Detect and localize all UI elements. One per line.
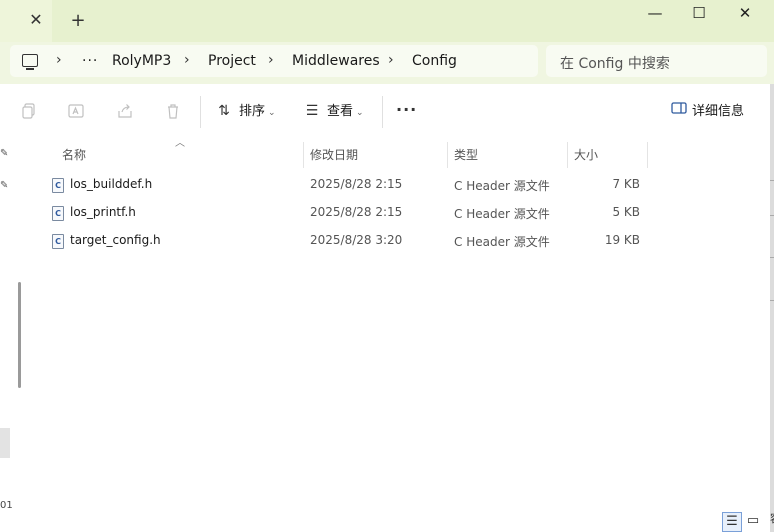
large-icons-view-icon[interactable]: ▭: [744, 512, 762, 530]
right-edge-mark: [770, 180, 774, 181]
delete-icon[interactable]: [164, 102, 182, 120]
navigation-item-label[interactable]: 01: [0, 500, 13, 511]
search-input[interactable]: 在 Config 中搜索: [546, 45, 767, 77]
pin-icon[interactable]: ✎: [0, 180, 10, 192]
details-pane-button[interactable]: 详细信息: [670, 100, 744, 122]
title-bar: ✕ + — ☐ ✕: [0, 0, 774, 42]
c-header-file-icon: C: [52, 206, 64, 221]
chevron-down-icon: ⌄: [268, 108, 276, 118]
file-name: target_config.h: [70, 233, 161, 247]
file-date: 2025/8/28 2:15: [310, 205, 403, 219]
column-divider[interactable]: [303, 142, 304, 168]
rename-icon[interactable]: [67, 102, 85, 120]
share-icon[interactable]: [116, 102, 134, 120]
file-size: 19 KB: [604, 233, 640, 247]
minimize-icon[interactable]: —: [632, 3, 678, 23]
c-header-file-icon: C: [52, 234, 64, 249]
file-list: ︿ 名称 修改日期 类型 大小 C los_builddef.h 2025/8/…: [28, 138, 770, 512]
file-row[interactable]: C target_config.h 2025/8/28 3:20 C Heade…: [44, 229, 684, 255]
file-type: C Header 源文件: [454, 207, 550, 221]
file-row[interactable]: C los_builddef.h 2025/8/28 2:15 C Header…: [44, 173, 684, 199]
breadcrumb-project[interactable]: Project: [208, 53, 256, 69]
active-tab[interactable]: ✕: [0, 0, 52, 42]
column-header-name[interactable]: 名称: [62, 146, 86, 163]
copy-icon[interactable]: [20, 102, 38, 120]
sort-ascending-icon: ︿: [175, 138, 185, 149]
address-bar[interactable]: › ··· RolyMP3 › Project › Middlewares › …: [10, 45, 538, 77]
search-placeholder: 在 Config 中搜索: [560, 56, 670, 72]
navigation-pane: ✎ ✎ 01: [0, 140, 28, 512]
sort-label: 排序: [239, 104, 266, 119]
column-header-date[interactable]: 修改日期: [310, 146, 358, 163]
file-name: los_builddef.h: [70, 177, 153, 191]
column-divider[interactable]: [647, 142, 648, 168]
chevron-right-icon[interactable]: ›: [388, 52, 394, 68]
view-icon: ☰: [305, 103, 319, 119]
close-icon[interactable]: ✕: [722, 3, 768, 23]
view-label: 查看: [327, 104, 354, 119]
command-bar: ⇅ 排序 ⌄ ☰ 查看 ⌄ ··· 详细信息: [0, 84, 770, 141]
new-tab-icon[interactable]: +: [68, 11, 88, 31]
column-divider[interactable]: [447, 142, 448, 168]
more-options-icon[interactable]: ···: [396, 100, 417, 119]
breadcrumb-rolymp3[interactable]: RolyMP3: [112, 53, 171, 69]
navigation-selected-item[interactable]: [0, 428, 10, 458]
file-date: 2025/8/28 2:15: [310, 177, 403, 191]
file-size: 5 KB: [612, 205, 640, 219]
file-name: los_printf.h: [70, 205, 136, 219]
file-row[interactable]: C los_printf.h 2025/8/28 2:15 C Header 源…: [44, 201, 684, 227]
maximize-icon[interactable]: ☐: [676, 3, 722, 23]
pin-icon[interactable]: ✎: [0, 148, 10, 160]
chevron-right-icon[interactable]: ›: [56, 52, 62, 68]
right-edge-strip: [770, 84, 774, 532]
sort-icon: ⇅: [218, 103, 230, 119]
toolbar-divider: [382, 96, 383, 128]
file-type: C Header 源文件: [454, 179, 550, 193]
file-size: 7 KB: [612, 177, 640, 191]
background-window-text: 容: [770, 510, 774, 526]
column-divider[interactable]: [567, 142, 568, 168]
sort-button[interactable]: ⇅ 排序 ⌄: [215, 100, 276, 122]
right-edge-mark: [770, 215, 774, 216]
column-header-size[interactable]: 大小: [574, 146, 598, 163]
column-header-type[interactable]: 类型: [454, 146, 478, 163]
chevron-right-icon[interactable]: ›: [268, 52, 274, 68]
this-pc-icon[interactable]: [22, 54, 38, 70]
navigation-scrollbar[interactable]: [18, 282, 21, 388]
status-bar: ☰ ▭: [0, 512, 770, 532]
tab-close-icon[interactable]: ✕: [26, 10, 46, 30]
breadcrumb-overflow[interactable]: ···: [82, 53, 98, 69]
right-edge-mark: [770, 300, 774, 301]
file-type: C Header 源文件: [454, 235, 550, 249]
view-button[interactable]: ☰ 查看 ⌄: [303, 100, 364, 122]
toolbar-divider: [200, 96, 201, 128]
details-pane-label: 详细信息: [692, 104, 745, 119]
breadcrumb-config[interactable]: Config: [412, 53, 457, 69]
details-pane-icon: [670, 100, 688, 122]
chevron-right-icon[interactable]: ›: [184, 52, 190, 68]
file-date: 2025/8/28 3:20: [310, 233, 403, 247]
right-edge-mark: [770, 257, 774, 258]
breadcrumb-middlewares[interactable]: Middlewares: [292, 53, 380, 69]
c-header-file-icon: C: [52, 178, 64, 193]
details-view-icon[interactable]: ☰: [722, 512, 742, 532]
address-row: › ··· RolyMP3 › Project › Middlewares › …: [0, 42, 774, 84]
chevron-down-icon: ⌄: [356, 108, 364, 118]
